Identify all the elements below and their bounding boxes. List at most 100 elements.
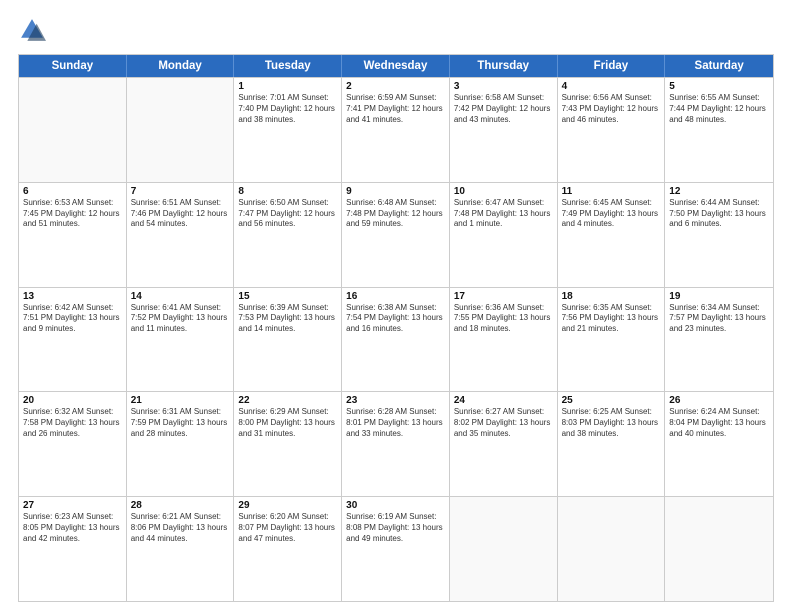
calendar-cell: 7Sunrise: 6:51 AM Sunset: 7:46 PM Daylig… (127, 183, 235, 287)
calendar-cell: 19Sunrise: 6:34 AM Sunset: 7:57 PM Dayli… (665, 288, 773, 392)
day-info: Sunrise: 6:19 AM Sunset: 8:08 PM Dayligh… (346, 512, 445, 544)
weekday-header: Monday (127, 55, 235, 77)
day-number: 23 (346, 395, 445, 406)
day-number: 24 (454, 395, 553, 406)
calendar-cell: 11Sunrise: 6:45 AM Sunset: 7:49 PM Dayli… (558, 183, 666, 287)
day-number: 13 (23, 291, 122, 302)
day-info: Sunrise: 6:44 AM Sunset: 7:50 PM Dayligh… (669, 198, 769, 230)
calendar-cell: 18Sunrise: 6:35 AM Sunset: 7:56 PM Dayli… (558, 288, 666, 392)
calendar-cell: 15Sunrise: 6:39 AM Sunset: 7:53 PM Dayli… (234, 288, 342, 392)
day-number: 10 (454, 186, 553, 197)
calendar-body: 1Sunrise: 7:01 AM Sunset: 7:40 PM Daylig… (19, 77, 773, 601)
calendar-cell (19, 78, 127, 182)
day-info: Sunrise: 6:42 AM Sunset: 7:51 PM Dayligh… (23, 303, 122, 335)
day-number: 14 (131, 291, 230, 302)
day-number: 1 (238, 81, 337, 92)
day-number: 11 (562, 186, 661, 197)
day-number: 26 (669, 395, 769, 406)
day-info: Sunrise: 6:53 AM Sunset: 7:45 PM Dayligh… (23, 198, 122, 230)
calendar-week: 13Sunrise: 6:42 AM Sunset: 7:51 PM Dayli… (19, 287, 773, 392)
header (18, 16, 774, 44)
calendar-week: 27Sunrise: 6:23 AM Sunset: 8:05 PM Dayli… (19, 496, 773, 601)
calendar-cell: 16Sunrise: 6:38 AM Sunset: 7:54 PM Dayli… (342, 288, 450, 392)
calendar-cell: 3Sunrise: 6:58 AM Sunset: 7:42 PM Daylig… (450, 78, 558, 182)
day-info: Sunrise: 6:41 AM Sunset: 7:52 PM Dayligh… (131, 303, 230, 335)
day-number: 16 (346, 291, 445, 302)
weekday-header: Saturday (665, 55, 773, 77)
day-info: Sunrise: 6:48 AM Sunset: 7:48 PM Dayligh… (346, 198, 445, 230)
day-info: Sunrise: 6:31 AM Sunset: 7:59 PM Dayligh… (131, 407, 230, 439)
day-info: Sunrise: 6:23 AM Sunset: 8:05 PM Dayligh… (23, 512, 122, 544)
calendar-cell: 4Sunrise: 6:56 AM Sunset: 7:43 PM Daylig… (558, 78, 666, 182)
day-number: 7 (131, 186, 230, 197)
calendar-cell (558, 497, 666, 601)
calendar-cell: 22Sunrise: 6:29 AM Sunset: 8:00 PM Dayli… (234, 392, 342, 496)
day-info: Sunrise: 6:39 AM Sunset: 7:53 PM Dayligh… (238, 303, 337, 335)
day-number: 17 (454, 291, 553, 302)
day-info: Sunrise: 6:38 AM Sunset: 7:54 PM Dayligh… (346, 303, 445, 335)
calendar-week: 1Sunrise: 7:01 AM Sunset: 7:40 PM Daylig… (19, 77, 773, 182)
day-info: Sunrise: 6:21 AM Sunset: 8:06 PM Dayligh… (131, 512, 230, 544)
calendar-cell: 27Sunrise: 6:23 AM Sunset: 8:05 PM Dayli… (19, 497, 127, 601)
calendar-cell: 2Sunrise: 6:59 AM Sunset: 7:41 PM Daylig… (342, 78, 450, 182)
day-info: Sunrise: 6:36 AM Sunset: 7:55 PM Dayligh… (454, 303, 553, 335)
calendar-week: 20Sunrise: 6:32 AM Sunset: 7:58 PM Dayli… (19, 391, 773, 496)
day-info: Sunrise: 7:01 AM Sunset: 7:40 PM Dayligh… (238, 93, 337, 125)
logo-icon (18, 16, 46, 44)
day-number: 8 (238, 186, 337, 197)
calendar-cell: 21Sunrise: 6:31 AM Sunset: 7:59 PM Dayli… (127, 392, 235, 496)
day-number: 4 (562, 81, 661, 92)
calendar-cell: 23Sunrise: 6:28 AM Sunset: 8:01 PM Dayli… (342, 392, 450, 496)
day-info: Sunrise: 6:25 AM Sunset: 8:03 PM Dayligh… (562, 407, 661, 439)
calendar-cell: 10Sunrise: 6:47 AM Sunset: 7:48 PM Dayli… (450, 183, 558, 287)
calendar-cell: 30Sunrise: 6:19 AM Sunset: 8:08 PM Dayli… (342, 497, 450, 601)
day-number: 25 (562, 395, 661, 406)
day-info: Sunrise: 6:29 AM Sunset: 8:00 PM Dayligh… (238, 407, 337, 439)
day-number: 19 (669, 291, 769, 302)
day-number: 21 (131, 395, 230, 406)
calendar-cell: 28Sunrise: 6:21 AM Sunset: 8:06 PM Dayli… (127, 497, 235, 601)
day-info: Sunrise: 6:58 AM Sunset: 7:42 PM Dayligh… (454, 93, 553, 125)
calendar-week: 6Sunrise: 6:53 AM Sunset: 7:45 PM Daylig… (19, 182, 773, 287)
calendar: SundayMondayTuesdayWednesdayThursdayFrid… (18, 54, 774, 602)
calendar-cell (665, 497, 773, 601)
day-number: 22 (238, 395, 337, 406)
day-number: 3 (454, 81, 553, 92)
calendar-header-row: SundayMondayTuesdayWednesdayThursdayFrid… (19, 55, 773, 77)
calendar-cell: 1Sunrise: 7:01 AM Sunset: 7:40 PM Daylig… (234, 78, 342, 182)
day-number: 12 (669, 186, 769, 197)
calendar-cell: 26Sunrise: 6:24 AM Sunset: 8:04 PM Dayli… (665, 392, 773, 496)
calendar-cell: 13Sunrise: 6:42 AM Sunset: 7:51 PM Dayli… (19, 288, 127, 392)
weekday-header: Sunday (19, 55, 127, 77)
calendar-cell: 29Sunrise: 6:20 AM Sunset: 8:07 PM Dayli… (234, 497, 342, 601)
calendar-cell (450, 497, 558, 601)
weekday-header: Friday (558, 55, 666, 77)
calendar-cell: 24Sunrise: 6:27 AM Sunset: 8:02 PM Dayli… (450, 392, 558, 496)
page: SundayMondayTuesdayWednesdayThursdayFrid… (0, 0, 792, 612)
day-number: 29 (238, 500, 337, 511)
day-info: Sunrise: 6:51 AM Sunset: 7:46 PM Dayligh… (131, 198, 230, 230)
day-number: 20 (23, 395, 122, 406)
day-info: Sunrise: 6:55 AM Sunset: 7:44 PM Dayligh… (669, 93, 769, 125)
calendar-cell (127, 78, 235, 182)
day-info: Sunrise: 6:45 AM Sunset: 7:49 PM Dayligh… (562, 198, 661, 230)
day-number: 5 (669, 81, 769, 92)
day-number: 18 (562, 291, 661, 302)
calendar-cell: 8Sunrise: 6:50 AM Sunset: 7:47 PM Daylig… (234, 183, 342, 287)
calendar-cell: 12Sunrise: 6:44 AM Sunset: 7:50 PM Dayli… (665, 183, 773, 287)
weekday-header: Tuesday (234, 55, 342, 77)
day-info: Sunrise: 6:35 AM Sunset: 7:56 PM Dayligh… (562, 303, 661, 335)
day-number: 30 (346, 500, 445, 511)
day-info: Sunrise: 6:50 AM Sunset: 7:47 PM Dayligh… (238, 198, 337, 230)
weekday-header: Wednesday (342, 55, 450, 77)
day-info: Sunrise: 6:34 AM Sunset: 7:57 PM Dayligh… (669, 303, 769, 335)
day-info: Sunrise: 6:24 AM Sunset: 8:04 PM Dayligh… (669, 407, 769, 439)
calendar-cell: 14Sunrise: 6:41 AM Sunset: 7:52 PM Dayli… (127, 288, 235, 392)
day-info: Sunrise: 6:28 AM Sunset: 8:01 PM Dayligh… (346, 407, 445, 439)
calendar-cell: 9Sunrise: 6:48 AM Sunset: 7:48 PM Daylig… (342, 183, 450, 287)
day-number: 27 (23, 500, 122, 511)
day-number: 6 (23, 186, 122, 197)
day-info: Sunrise: 6:32 AM Sunset: 7:58 PM Dayligh… (23, 407, 122, 439)
day-number: 28 (131, 500, 230, 511)
day-number: 2 (346, 81, 445, 92)
